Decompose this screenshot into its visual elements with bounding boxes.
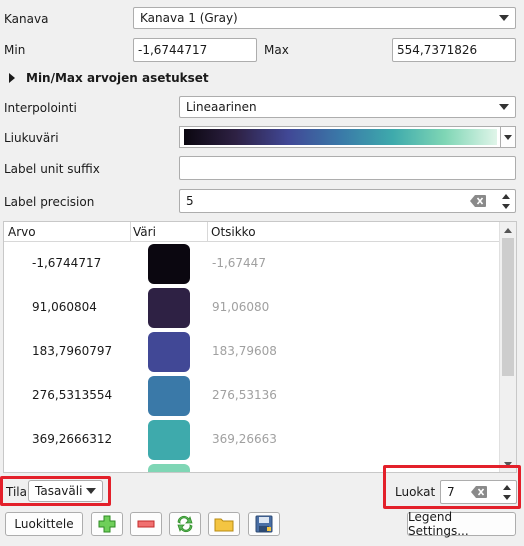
ramp-dropdown-button[interactable] xyxy=(500,126,516,148)
min-label: Min xyxy=(4,43,26,57)
interpolation-label: Interpolointi xyxy=(4,101,77,115)
save-icon xyxy=(255,515,273,533)
row-value[interactable]: -1,6744717 xyxy=(32,256,101,270)
row-label[interactable]: 369,26663 xyxy=(212,432,277,446)
table-row[interactable]: 91,060804 91,06080 xyxy=(4,286,500,330)
min-input[interactable]: -1,6744717 xyxy=(133,38,257,62)
kanava-value: Kanava 1 (Gray) xyxy=(140,11,238,25)
add-class-button[interactable] xyxy=(91,512,123,536)
chevron-down-icon xyxy=(504,135,512,140)
color-ramp-gradient xyxy=(184,129,497,145)
row-label[interactable]: 91,06080 xyxy=(212,300,269,314)
remove-class-button[interactable] xyxy=(130,512,162,536)
row-label[interactable]: 183,79608 xyxy=(212,344,277,358)
highlight-mode xyxy=(0,476,111,506)
kanava-combo[interactable]: Kanava 1 (Gray) xyxy=(133,7,516,29)
color-ramp-button[interactable] xyxy=(179,126,502,148)
table-header: Arvo Väri Otsikko xyxy=(4,222,500,242)
row-label[interactable]: 276,53136 xyxy=(212,388,277,402)
interpolation-value: Lineaarinen xyxy=(186,100,257,114)
precision-spinbox[interactable]: 5 xyxy=(179,189,516,213)
row-color-swatch[interactable] xyxy=(148,332,190,372)
minmax-section-title: Min/Max arvojen asetukset xyxy=(26,71,209,85)
row-color-swatch[interactable] xyxy=(148,288,190,328)
header-color[interactable]: Väri xyxy=(133,225,156,239)
row-value[interactable]: 91,060804 xyxy=(32,300,97,314)
swap-arrows-icon xyxy=(177,515,193,533)
min-value: -1,6744717 xyxy=(138,43,208,57)
header-label[interactable]: Otsikko xyxy=(211,225,256,239)
row-label[interactable]: -1,67447 xyxy=(212,256,266,270)
table-row[interactable]: 183,7960797 183,79608 xyxy=(4,330,500,374)
scrollbar-thumb[interactable] xyxy=(502,238,514,376)
scroll-up-icon[interactable] xyxy=(504,228,512,233)
precision-label: Label precision xyxy=(4,195,95,209)
legend-settings-label: Legend Settings... xyxy=(408,510,469,538)
row-value[interactable]: 183,7960797 xyxy=(32,344,112,358)
header-value[interactable]: Arvo xyxy=(8,225,36,239)
table-row[interactable]: -1,6744717 -1,67447 xyxy=(4,242,500,286)
save-colormap-button[interactable] xyxy=(248,512,280,536)
row-color-swatch[interactable] xyxy=(148,376,190,416)
expand-arrow-icon xyxy=(9,73,15,83)
ramp-label: Liukuväri xyxy=(4,131,59,145)
table-row[interactable]: 276,5313554 276,53136 xyxy=(4,374,500,418)
highlight-classes xyxy=(383,465,521,509)
spin-arrows[interactable] xyxy=(499,191,513,213)
table-scrollbar[interactable] xyxy=(499,222,516,472)
clear-icon[interactable] xyxy=(470,195,486,207)
interpolation-combo[interactable]: Lineaarinen xyxy=(179,96,516,118)
row-color-swatch[interactable] xyxy=(148,244,190,284)
classify-button[interactable]: Luokittele xyxy=(5,512,83,536)
minmax-section-toggle[interactable]: Min/Max arvojen asetukset xyxy=(4,70,254,88)
spin-up-icon[interactable] xyxy=(502,194,510,199)
table-row[interactable]: 369,2666312 369,26663 xyxy=(4,418,500,462)
spin-down-icon[interactable] xyxy=(502,204,510,209)
legend-settings-button[interactable]: Legend Settings... xyxy=(407,510,516,538)
row-color-swatch[interactable] xyxy=(148,464,190,472)
unit-suffix-input[interactable] xyxy=(179,156,516,180)
kanava-label: Kanava xyxy=(4,12,49,26)
classify-label: Luokittele xyxy=(14,517,74,531)
max-label: Max xyxy=(264,43,289,57)
unit-suffix-label: Label unit suffix xyxy=(4,162,100,176)
precision-value: 5 xyxy=(186,194,194,208)
max-input[interactable]: 554,7371826 xyxy=(392,38,516,62)
chevron-down-icon xyxy=(499,15,509,21)
row-value[interactable]: 369,2666312 xyxy=(32,432,112,446)
row-color-swatch[interactable] xyxy=(148,420,190,460)
load-colormap-button[interactable] xyxy=(208,512,240,536)
plus-icon xyxy=(98,515,116,533)
folder-icon xyxy=(214,518,234,532)
reverse-colors-button[interactable] xyxy=(169,512,201,536)
classes-table[interactable]: Arvo Väri Otsikko -1,6744717 -1,67447 91,0… xyxy=(3,221,517,473)
row-value[interactable]: 276,5313554 xyxy=(32,388,112,402)
chevron-down-icon xyxy=(499,104,509,110)
minus-icon xyxy=(137,520,155,528)
max-value: 554,7371826 xyxy=(397,43,478,57)
